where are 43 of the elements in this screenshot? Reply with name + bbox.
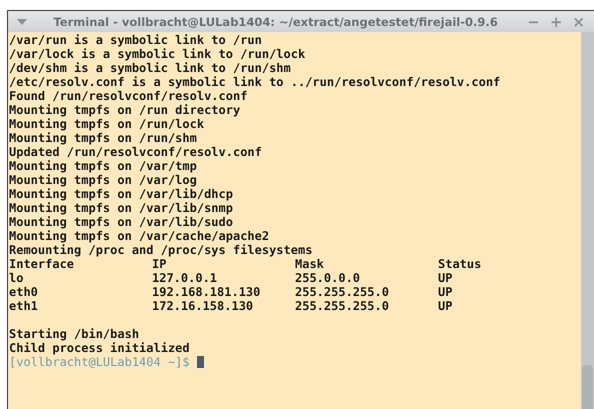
table-cell-text: 127.0.0.1 <box>152 271 218 285</box>
output-line: /var/run is a symbolic link to /run <box>9 33 263 47</box>
scrollbar-thumb[interactable] <box>582 365 593 409</box>
output-line: Updated /run/resolvconf/resolv.conf <box>9 145 263 159</box>
minimize-button[interactable]: − <box>524 12 543 30</box>
output-line: Mounting tmpfs on /var/lib/snmp <box>9 201 234 215</box>
column-header: IP <box>152 257 168 271</box>
table-cell-text: lo <box>9 271 24 285</box>
output-line: Mounting tmpfs on /run/shm <box>9 131 198 145</box>
output-line: /etc/resolv.conf is a symbolic link to ../run/resolvconf/resolv.conf <box>9 75 502 89</box>
output-line: Found /run/resolvconf/resolv.conf <box>9 89 248 103</box>
table-cell-text: UP <box>438 271 454 285</box>
output-line: /dev/shm is a symbolic link to /run/shm <box>9 61 292 75</box>
table-cell-text: UP <box>438 299 454 313</box>
output-line: Mounting tmpfs on /var/tmp <box>9 159 198 173</box>
table-cell-text: 172.16.158.130 <box>152 299 254 313</box>
table-cell-text: 255.0.0.0 <box>295 271 362 285</box>
output-line: Remounting /proc and /proc/sys filesystems <box>9 243 314 257</box>
shell-prompt: [vollbracht@LULab1404 ~]$ <box>9 355 190 369</box>
column-header: Mask <box>295 257 325 271</box>
output-line: Mounting tmpfs on /var/lib/dhcp <box>9 187 234 201</box>
table-cell-text: UP <box>438 285 454 299</box>
output-line: Mounting tmpfs on /var/log <box>9 173 198 187</box>
output-line: Mounting tmpfs on /run/lock <box>9 117 206 131</box>
output-line: Mounting tmpfs on /run directory <box>9 103 242 117</box>
table-cell-text: eth1 <box>9 299 39 313</box>
table-cell-text: eth0 <box>9 285 39 299</box>
output-line: Mounting tmpfs on /var/lib/sudo <box>9 215 234 229</box>
column-header: Interface <box>9 257 76 271</box>
output-line: Starting /bin/bash <box>9 327 140 341</box>
output-line: Mounting tmpfs on /var/cache/apache2 <box>9 229 270 243</box>
dropdown-arrow-icon[interactable] <box>17 18 27 24</box>
maximize-button[interactable]: + <box>546 12 566 30</box>
close-button[interactable]: × <box>569 12 588 30</box>
column-header: Status <box>438 257 482 271</box>
text-cursor <box>196 356 204 368</box>
table-cell-text: 255.255.255.0 <box>295 285 390 299</box>
output-line: /var/lock is a symbolic link to /run/lock <box>9 47 306 61</box>
table-cell-text: 255.255.255.0 <box>295 299 390 313</box>
scrollbar[interactable] <box>581 32 594 409</box>
table-cell-text: 192.168.181.130 <box>152 285 262 299</box>
window-title: Terminal - vollbracht@LULab1404: ~/extract/angetestet/firejail-0.9.6 <box>52 14 499 28</box>
output-line: Child process initialized <box>9 341 191 355</box>
